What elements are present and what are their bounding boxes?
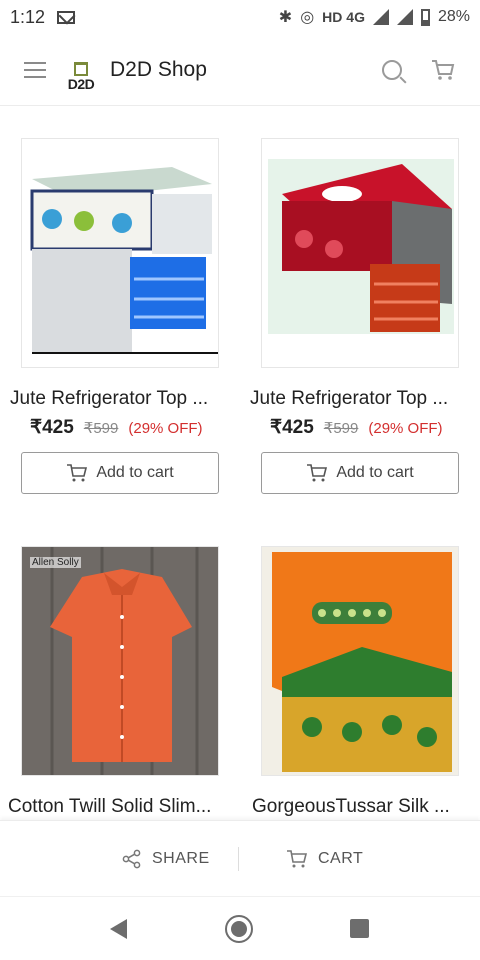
product-name[interactable]: Jute Refrigerator Top ... xyxy=(10,388,246,410)
hotspot-icon: ◎ xyxy=(300,9,315,26)
cart-icon xyxy=(67,464,88,482)
status-bar: 1:12 ✱ ◎ HD 4G 28% xyxy=(0,0,480,34)
product-image[interactable]: Allen Solly xyxy=(21,546,219,776)
product-name[interactable]: Cotton Twill Solid Slim... xyxy=(8,796,244,818)
product-price: ₹425 xyxy=(30,417,74,438)
product-mrp: ₹599 xyxy=(323,420,359,437)
battery-level: 28% xyxy=(437,8,470,25)
signal-icon-2 xyxy=(396,9,413,25)
share-icon xyxy=(122,849,141,869)
network-type: HD 4G xyxy=(322,9,365,25)
product-image[interactable] xyxy=(21,138,219,368)
add-to-cart-label: Add to cart xyxy=(336,464,414,481)
price-row: ₹425 ₹599 (29% OFF) xyxy=(270,416,443,439)
page-title: D2D Shop xyxy=(110,57,207,81)
cart-label: CART xyxy=(318,850,364,867)
home-icon[interactable] xyxy=(225,915,253,943)
mail-notification-icon xyxy=(57,10,76,24)
shopping-bag-icon xyxy=(74,61,88,76)
back-icon[interactable] xyxy=(110,919,127,939)
system-nav-bar xyxy=(0,896,480,960)
product-name[interactable]: GorgeousTussar Silk ... xyxy=(252,796,480,818)
add-to-cart-button[interactable]: Add to cart xyxy=(261,452,459,494)
product-name[interactable]: Jute Refrigerator Top ... xyxy=(250,388,480,410)
battery-icon xyxy=(420,8,430,26)
bluetooth-icon: ✱ xyxy=(278,9,293,26)
product-image[interactable] xyxy=(261,138,459,368)
cart-button[interactable]: CART xyxy=(286,849,363,869)
bottom-action-bar: SHARE CART xyxy=(0,820,480,896)
recent-apps-icon[interactable] xyxy=(350,919,369,938)
product-mrp: ₹599 xyxy=(83,420,119,437)
app-header: D2D D2D Shop xyxy=(0,34,480,106)
search-icon[interactable] xyxy=(382,59,402,80)
action-divider xyxy=(238,847,239,871)
shop-logo[interactable]: D2D xyxy=(60,49,102,91)
discount-label: (29% OFF) xyxy=(368,420,443,437)
signal-icon xyxy=(372,9,389,25)
cart-icon[interactable] xyxy=(430,57,456,83)
brand-tag: Allen Solly xyxy=(30,557,81,568)
price-row: ₹425 ₹599 (29% OFF) xyxy=(30,416,203,439)
add-to-cart-label: Add to cart xyxy=(96,464,174,481)
status-time: 1:12 xyxy=(10,6,46,27)
discount-label: (29% OFF) xyxy=(128,420,203,437)
logo-text: D2D xyxy=(67,75,95,92)
share-button[interactable]: SHARE xyxy=(122,849,210,869)
menu-icon[interactable] xyxy=(24,61,46,78)
share-label: SHARE xyxy=(152,850,210,867)
cart-icon xyxy=(287,850,308,868)
cart-icon xyxy=(307,464,328,482)
add-to-cart-button[interactable]: Add to cart xyxy=(21,452,219,494)
product-image[interactable] xyxy=(261,546,459,776)
product-price: ₹425 xyxy=(270,417,314,438)
